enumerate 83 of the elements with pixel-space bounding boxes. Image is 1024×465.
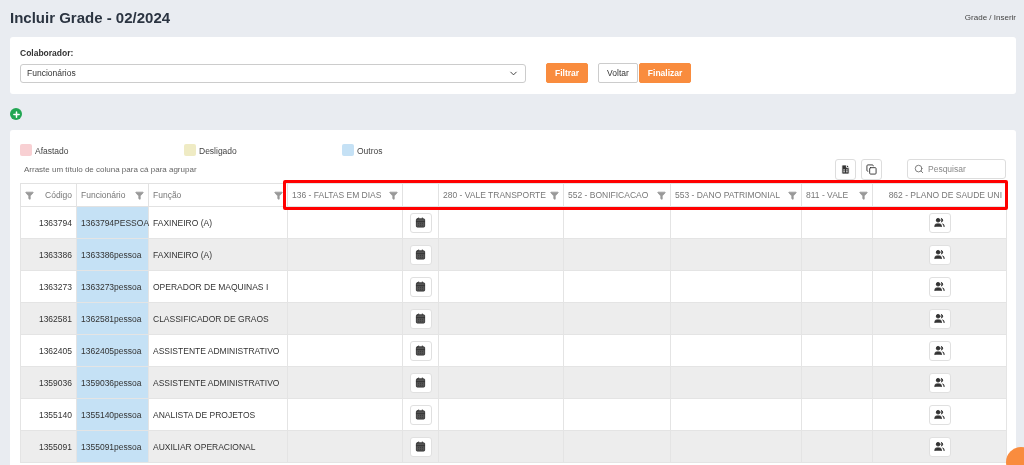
employee-name: 1355091pessoa <box>81 441 142 452</box>
people-icon <box>934 441 945 452</box>
role-text: FAXINEIRO (A) <box>153 249 213 260</box>
code-text: 1355140 <box>38 409 72 420</box>
calendar-icon <box>415 377 426 388</box>
group-button[interactable] <box>928 244 951 265</box>
page-title: Incluir Grade - 02/2024 <box>10 8 171 26</box>
filter-icon[interactable] <box>657 190 666 200</box>
action-button[interactable]: Voltar <box>598 63 638 83</box>
code-text: 1363386 <box>38 249 72 260</box>
filter-icon[interactable] <box>135 190 144 200</box>
people-icon <box>934 313 945 324</box>
calendar-icon <box>415 249 426 260</box>
calendar-button[interactable] <box>409 372 432 393</box>
employee-name: 1362405pessoa <box>81 345 142 356</box>
calendar-button[interactable] <box>409 212 432 233</box>
people-icon <box>934 217 945 228</box>
add-icon[interactable] <box>10 108 22 120</box>
column-chooser-button[interactable] <box>861 158 882 180</box>
filter-icon[interactable] <box>389 190 398 200</box>
filter-icon[interactable] <box>859 190 868 200</box>
group-button[interactable] <box>928 404 951 425</box>
calendar-icon <box>415 313 426 324</box>
calendar-icon <box>415 441 426 452</box>
code-text: 1355091 <box>38 441 72 452</box>
code-text: 1363794 <box>38 217 72 228</box>
group-button[interactable] <box>928 276 951 297</box>
role-text: OPERADOR DE MAQUINAS I <box>153 281 269 292</box>
filter-icon[interactable] <box>550 190 559 200</box>
legend-label: Outros <box>357 146 383 156</box>
code-text: 1362581 <box>38 313 72 324</box>
code-text: 1363273 <box>38 281 72 292</box>
people-icon <box>934 249 945 260</box>
legend-label: Desligado <box>199 146 237 156</box>
breadcrumb[interactable]: Grade / Inserir <box>964 12 1016 22</box>
people-icon <box>934 345 945 356</box>
calendar-button[interactable] <box>409 340 432 361</box>
employee-name: 1363794PESSOA <box>81 217 150 228</box>
employee-name: 1362581pessoa <box>81 313 142 324</box>
role-text: ASSISTENTE ADMINISTRATIVO <box>153 377 280 388</box>
calendar-button[interactable] <box>409 244 432 265</box>
group-button[interactable] <box>928 372 951 393</box>
filter-icon[interactable] <box>274 190 283 200</box>
calendar-button[interactable] <box>409 308 432 329</box>
employee-name: 1363273pessoa <box>81 281 142 292</box>
search-icon <box>914 164 924 174</box>
filter-icon[interactable] <box>788 190 797 200</box>
column-header[interactable]: Função <box>153 190 182 200</box>
column-header[interactable]: Código <box>45 190 72 200</box>
role-text: AUXILIAR OPERACIONAL <box>153 441 256 452</box>
role-text: ASSISTENTE ADMINISTRATIVO <box>153 345 280 356</box>
code-text: 1359036 <box>38 377 72 388</box>
role-text: ANALISTA DE PROJETOS <box>153 409 256 420</box>
calendar-icon <box>415 409 426 420</box>
group-button[interactable] <box>928 340 951 361</box>
calendar-button[interactable] <box>409 436 432 457</box>
group-button[interactable] <box>928 436 951 457</box>
filter-icon[interactable] <box>25 190 34 200</box>
employee-name: 1359036pessoa <box>81 377 142 388</box>
search-field[interactable]: Pesquisar <box>907 159 1006 179</box>
calendar-button[interactable] <box>409 404 432 425</box>
field-label: Colaborador: <box>20 48 75 58</box>
plus-icon <box>11 109 21 119</box>
role-text: FAXINEIRO (A) <box>153 217 213 228</box>
employee-name: 1355140pessoa <box>81 409 142 420</box>
people-icon <box>934 409 945 420</box>
copy-icon <box>866 163 877 175</box>
excel-export-button[interactable] <box>835 158 856 180</box>
employee-name: 1363386pessoa <box>81 249 142 260</box>
calendar-icon <box>415 217 426 228</box>
legend-label: Afastado <box>35 146 69 156</box>
employee-select[interactable]: Funcionários <box>20 63 526 83</box>
code-text: 1362405 <box>38 345 72 356</box>
people-icon <box>934 281 945 292</box>
people-icon <box>934 377 945 388</box>
spreadsheet-icon <box>840 163 851 175</box>
calendar-icon <box>415 345 426 356</box>
calendar-icon <box>415 281 426 292</box>
group-hint: Arraste um título de coluna para cá para agrupar <box>24 164 197 174</box>
calendar-button[interactable] <box>409 276 432 297</box>
role-text: CLASSIFICADOR DE GRAOS <box>153 313 269 324</box>
group-button[interactable] <box>928 308 951 329</box>
group-button[interactable] <box>928 212 951 233</box>
